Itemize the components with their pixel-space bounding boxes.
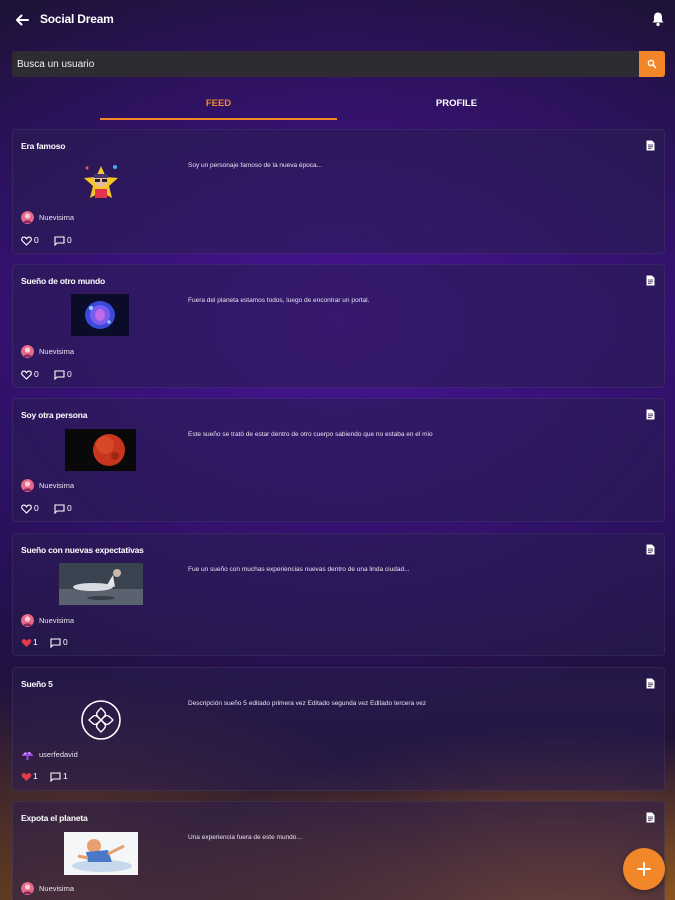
circular-logo-image xyxy=(81,700,121,740)
comment-count: 1 xyxy=(63,771,68,781)
post-title: Expota el planeta xyxy=(21,813,88,823)
post-title: Soy otra persona xyxy=(21,410,88,420)
post-description: Soy un personaje famoso de la nueva époc… xyxy=(188,162,323,169)
avatar[interactable] xyxy=(21,345,34,358)
tab-feed[interactable]: FEED xyxy=(100,92,337,120)
tab-bar: FEED PROFILE xyxy=(100,92,575,120)
comment-icon[interactable] xyxy=(54,236,65,246)
post-author[interactable]: userfedavid xyxy=(39,750,78,759)
document-icon[interactable] xyxy=(646,812,655,823)
floating-people-image xyxy=(59,563,143,605)
post-author[interactable]: Nuevisima xyxy=(39,616,74,625)
comment-icon[interactable] xyxy=(50,772,61,782)
avatar[interactable] xyxy=(21,882,34,895)
search-icon xyxy=(647,59,657,69)
post-title: Era famoso xyxy=(21,141,66,151)
post-card[interactable]: Soy otra persona Este sueño se trató de … xyxy=(12,398,665,522)
like-count: 0 xyxy=(34,369,39,379)
comment-count: 0 xyxy=(67,235,72,245)
post-card[interactable]: Sueño 5 Descripción sueño 5 editado prim… xyxy=(12,667,665,791)
comment-icon[interactable] xyxy=(54,504,65,514)
post-card[interactable]: Expota el planeta Una experiencia fuera … xyxy=(12,801,665,900)
add-post-button[interactable] xyxy=(623,848,665,890)
search-bar xyxy=(12,51,665,77)
post-card[interactable]: Sueño con nuevas expectativas Fue un sue… xyxy=(12,533,665,656)
comment-icon[interactable] xyxy=(54,370,65,380)
avatar[interactable] xyxy=(21,211,34,224)
post-card[interactable]: Era famoso Soy un personaje famoso de la… xyxy=(12,129,665,254)
post-description: Este sueño se trató de estar dentro de o… xyxy=(188,431,433,438)
post-description: Descripción sueño 5 editado primera vez … xyxy=(188,700,427,707)
heart-filled-icon[interactable] xyxy=(21,638,32,648)
document-icon[interactable] xyxy=(646,140,655,151)
red-planet-image xyxy=(65,429,136,471)
avatar[interactable] xyxy=(21,479,34,492)
cartoon-flying-character-image xyxy=(64,832,138,875)
post-title: Sueño 5 xyxy=(21,679,53,689)
post-author[interactable]: Nuevisima xyxy=(39,481,74,490)
avatar[interactable] xyxy=(21,614,34,627)
post-author[interactable]: Nuevisima xyxy=(39,347,74,356)
tab-profile[interactable]: PROFILE xyxy=(338,92,575,120)
document-icon[interactable] xyxy=(646,409,655,420)
like-count: 1 xyxy=(33,637,38,647)
heart-outline-icon[interactable] xyxy=(21,504,32,514)
like-count: 0 xyxy=(34,503,39,513)
post-card[interactable]: Sueño de otro mundo Fuera del planeta es… xyxy=(12,264,665,388)
blue-portal-image xyxy=(71,294,129,336)
post-author[interactable]: Nuevisima xyxy=(39,213,74,222)
comment-count: 0 xyxy=(67,503,72,513)
comment-count: 0 xyxy=(67,369,72,379)
arrow-back-icon[interactable] xyxy=(12,10,32,30)
search-input[interactable] xyxy=(12,51,639,77)
document-icon[interactable] xyxy=(646,544,655,555)
comment-count: 0 xyxy=(63,637,68,647)
app-bar: Social Dream xyxy=(0,0,675,40)
app-title: Social Dream xyxy=(40,12,114,26)
document-icon[interactable] xyxy=(646,275,655,286)
post-author[interactable]: Nuevisima xyxy=(39,884,74,893)
post-description: Fue un sueño con muchas experiencias nue… xyxy=(188,566,410,573)
heart-filled-icon[interactable] xyxy=(21,772,32,782)
post-title: Sueño con nuevas expectativas xyxy=(21,545,144,555)
heart-outline-icon[interactable] xyxy=(21,370,32,380)
heart-outline-icon[interactable] xyxy=(21,236,32,246)
search-button[interactable] xyxy=(639,51,665,77)
comment-icon[interactable] xyxy=(50,638,61,648)
post-title: Sueño de otro mundo xyxy=(21,276,106,286)
post-description: Fuera del planeta estamos todos, luego d… xyxy=(188,297,370,304)
avatar[interactable] xyxy=(21,748,34,761)
document-icon[interactable] xyxy=(646,678,655,689)
notifications-bell-icon[interactable] xyxy=(651,11,665,27)
famous-star-character-image xyxy=(84,165,118,198)
like-count: 1 xyxy=(33,771,38,781)
plus-icon xyxy=(637,862,651,876)
like-count: 0 xyxy=(34,235,39,245)
post-description: Una experiencia fuera de este mundo... xyxy=(188,834,302,841)
